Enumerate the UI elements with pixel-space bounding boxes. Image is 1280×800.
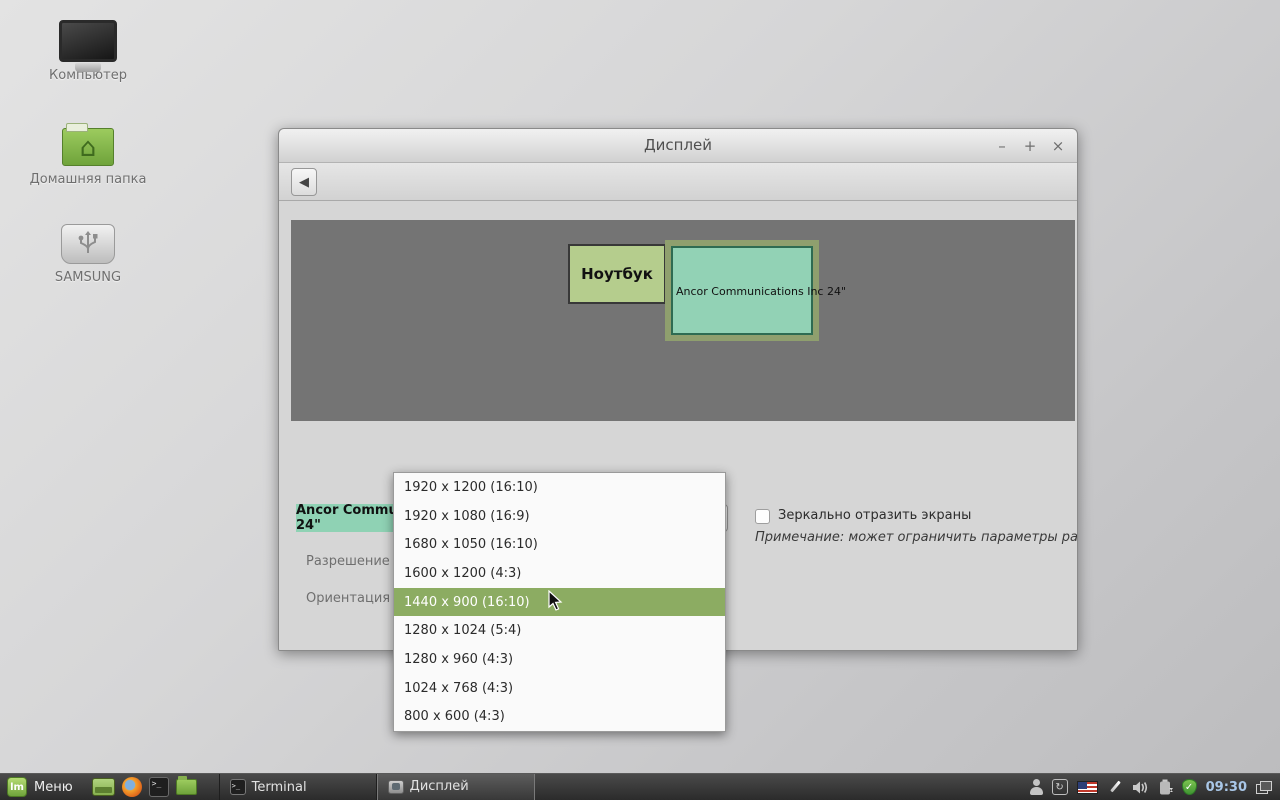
resolution-option[interactable]: 1680 x 1050 (16:10) — [394, 530, 725, 559]
monitor-external-selected-frame: Ancor Communications Inc 24" — [665, 240, 846, 341]
mirror-note: Примечание: может ограничить параметры р… — [755, 530, 1077, 545]
monitor-arrangement-panel: Ноутбук Ancor Communications Inc 24" — [291, 220, 1075, 421]
clock[interactable]: 09:30 — [1206, 780, 1247, 795]
show-desktop-icon[interactable] — [91, 778, 115, 796]
monitor-laptop[interactable]: Ноутбук — [568, 244, 666, 304]
update-manager-shield-icon[interactable]: ✓ — [1181, 779, 1197, 795]
tablet-pen-icon[interactable] — [1107, 779, 1123, 795]
taskbar-task-terminal[interactable]: Terminal — [218, 773, 377, 800]
battery-icon[interactable] — [1159, 779, 1173, 796]
volume-icon[interactable] — [1132, 780, 1150, 795]
close-button[interactable]: × — [1051, 137, 1065, 155]
taskbar: lm Меню Terminal Дисплей ↻ ✓ 09:30 — [0, 773, 1280, 800]
monitor-external[interactable]: Ancor Communications Inc 24" — [671, 246, 846, 335]
desktop-icon-label: Домашняя папка — [29, 172, 147, 187]
computer-icon — [59, 20, 117, 62]
desktop-icon-label: SAMSUNG — [54, 270, 122, 285]
resolution-option[interactable]: 1024 x 768 (4:3) — [394, 674, 725, 703]
desktop-icon-samsung[interactable]: SAMSUNG — [23, 224, 153, 285]
file-manager-icon[interactable] — [175, 776, 197, 795]
keyboard-layout-us-icon[interactable] — [1076, 780, 1098, 794]
toolbar: ◀ — [279, 163, 1077, 201]
resolution-option[interactable]: 1280 x 1024 (5:4) — [394, 616, 725, 645]
back-arrow-icon: ◀ — [299, 174, 309, 190]
window-list-icon[interactable] — [1256, 780, 1272, 794]
resolution-option[interactable]: 1920 x 1080 (16:9) — [394, 502, 725, 531]
mirror-screens-label[interactable]: Зеркально отразить экраны — [778, 508, 971, 523]
maximize-button[interactable]: + — [1023, 137, 1037, 155]
firefox-icon[interactable] — [121, 777, 142, 797]
screensaver-icon[interactable]: ↻ — [1051, 779, 1068, 795]
resolution-label: Разрешение — [306, 554, 390, 569]
resolution-option[interactable]: 800 x 600 (4:3) — [394, 702, 725, 731]
home-folder-icon: ⌂ — [62, 123, 114, 166]
resolution-option[interactable]: 1600 x 1200 (4:3) — [394, 559, 725, 588]
window-title: Дисплей — [643, 136, 713, 154]
user-accounts-icon[interactable] — [1029, 779, 1043, 795]
display-settings-icon — [387, 779, 404, 794]
desktop-icon-home[interactable]: ⌂ Домашняя папка — [23, 120, 153, 187]
terminal-icon — [229, 779, 246, 795]
terminal-launcher-icon[interactable] — [148, 777, 169, 797]
mirror-screens-checkbox[interactable] — [755, 509, 770, 524]
taskbar-task-display[interactable]: Дисплей — [376, 773, 535, 800]
back-button[interactable]: ◀ — [291, 168, 317, 196]
minimize-button[interactable]: – — [995, 137, 1009, 155]
usb-drive-icon — [61, 224, 115, 264]
mint-menu-icon[interactable]: lm — [7, 777, 27, 797]
system-tray: ↻ ✓ 09:30 — [1029, 779, 1280, 796]
resolution-option[interactable]: 1920 x 1200 (16:10) — [394, 473, 725, 502]
menu-button[interactable]: Меню — [34, 780, 73, 795]
orientation-label: Ориентация — [306, 591, 391, 606]
titlebar[interactable]: Дисплей – + × — [279, 129, 1077, 163]
desktop-icon-computer[interactable]: Компьютер — [23, 20, 153, 83]
resolution-option[interactable]: 1280 x 960 (4:3) — [394, 645, 725, 674]
mouse-cursor — [548, 589, 563, 616]
